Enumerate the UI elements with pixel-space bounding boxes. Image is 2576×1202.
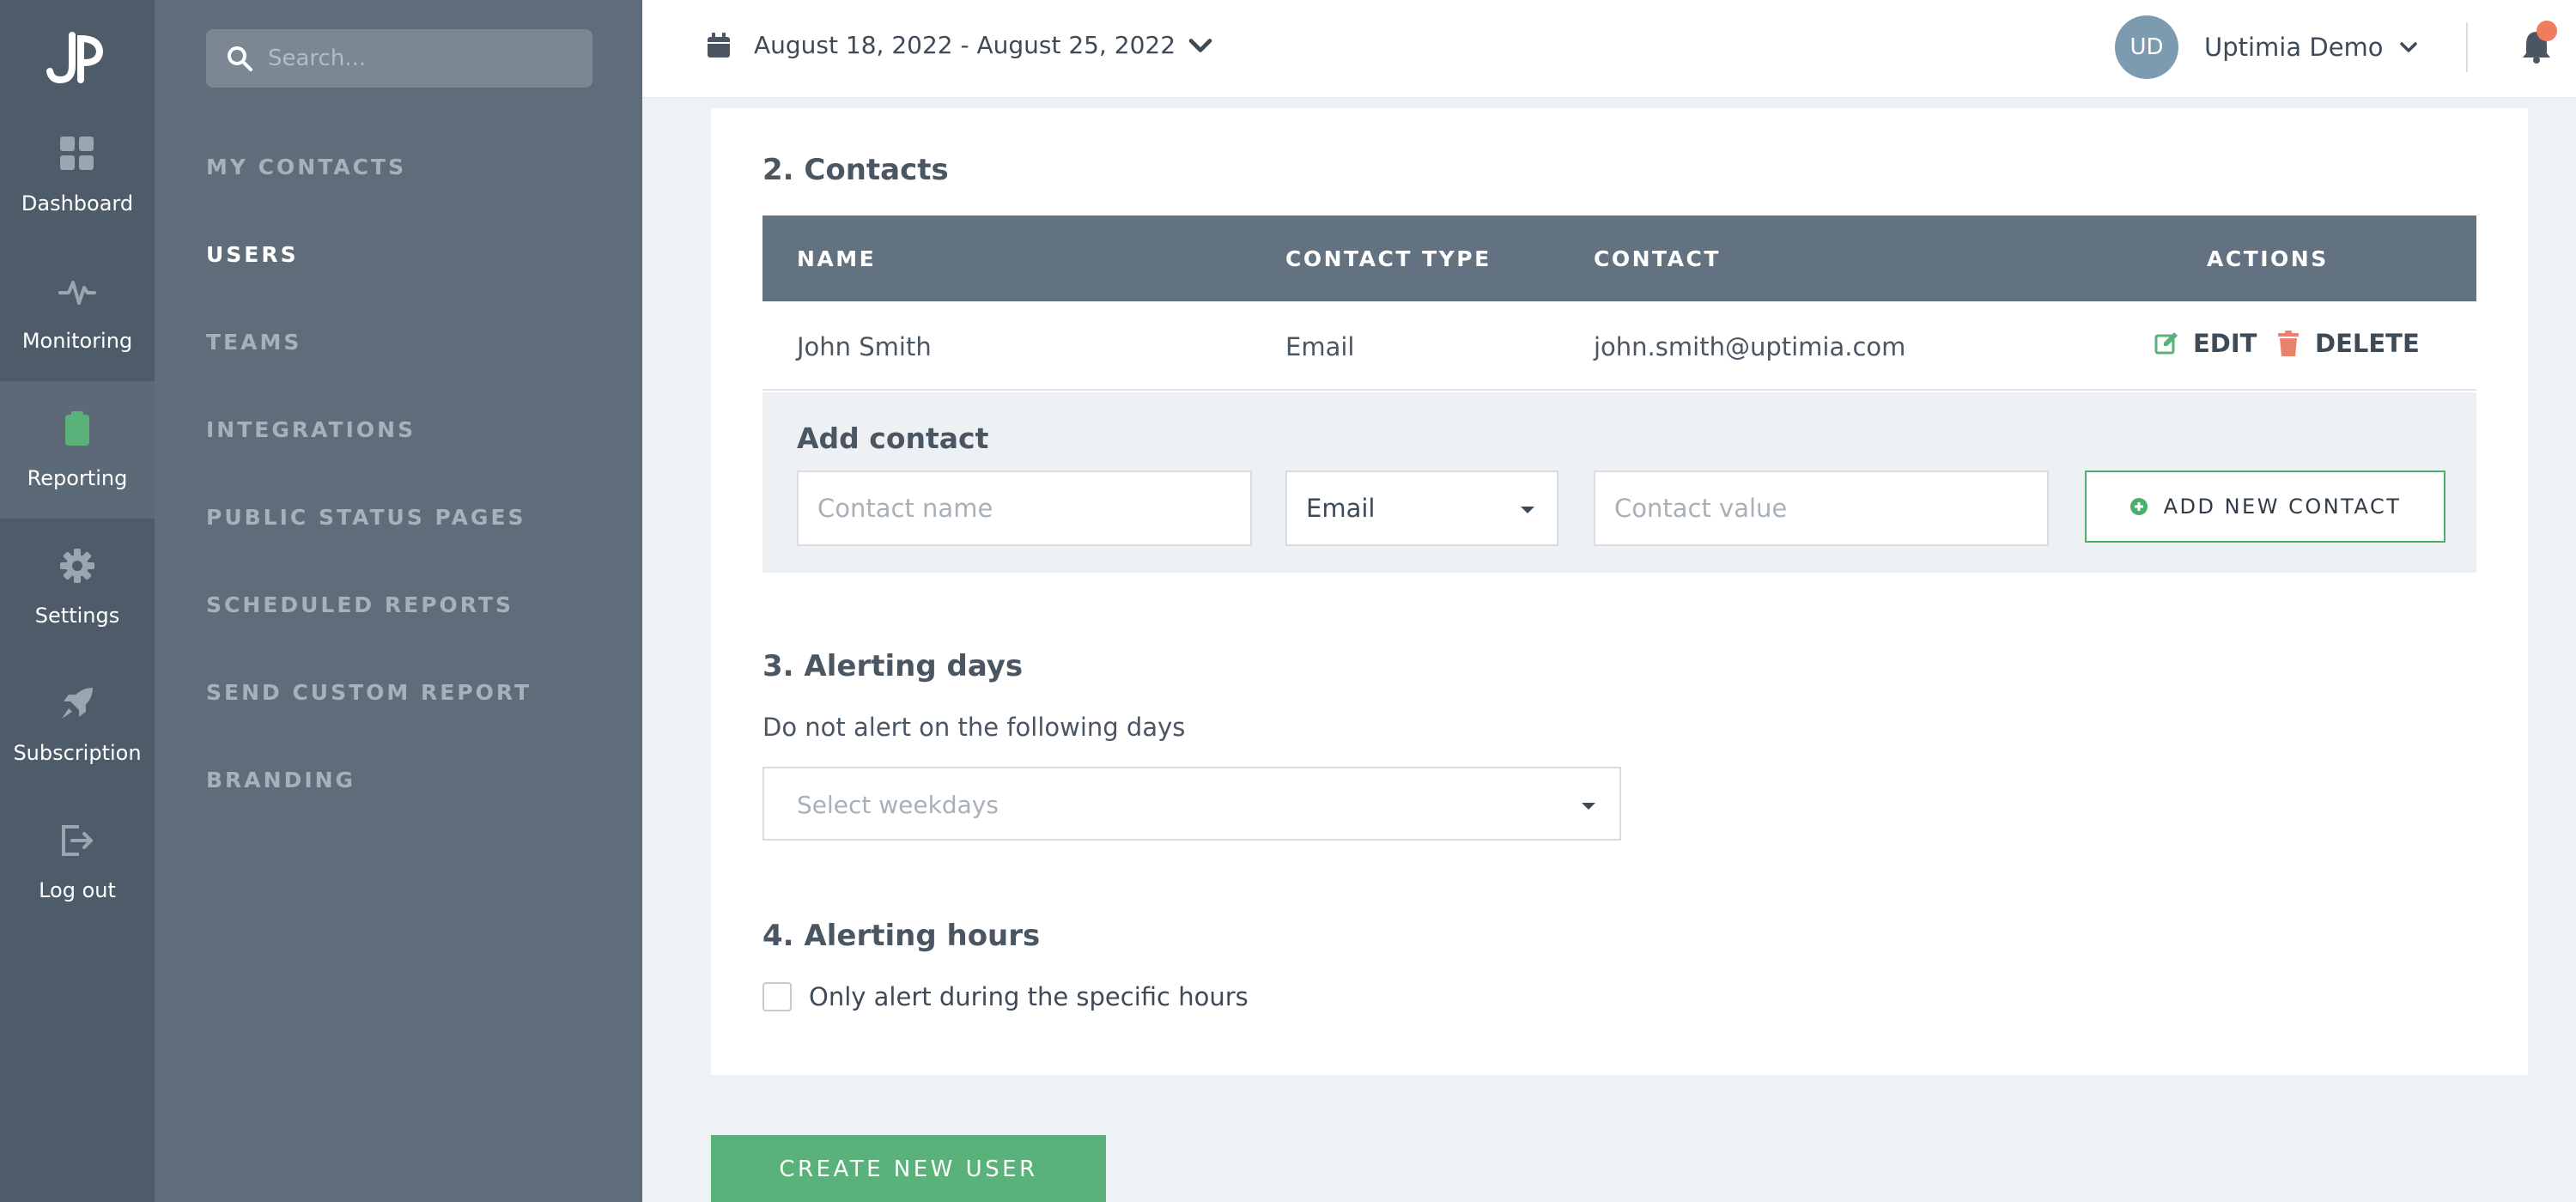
contacts-table-header: NAME CONTACT TYPE CONTACT ACTIONS bbox=[762, 216, 2476, 301]
contact-value-field[interactable] bbox=[1594, 470, 2049, 546]
logo-icon bbox=[46, 32, 104, 84]
calendar-icon bbox=[708, 32, 730, 58]
rail-label: Monitoring bbox=[21, 329, 133, 353]
search-box[interactable] bbox=[206, 29, 592, 88]
plus-circle-icon bbox=[2129, 498, 2148, 515]
subnav-item-teams[interactable]: TEAMS bbox=[206, 330, 301, 355]
weekdays-placeholder: Select weekdays bbox=[797, 791, 999, 819]
gear-icon bbox=[60, 549, 94, 583]
specific-hours-option[interactable]: Only alert during the specific hours bbox=[762, 982, 1249, 1011]
subnav-item-integrations[interactable]: INTEGRATIONS bbox=[206, 417, 416, 442]
section-title-contacts: 2. Contacts bbox=[762, 153, 949, 187]
rail-item-logout[interactable]: Log out bbox=[0, 793, 155, 931]
rail-item-settings[interactable]: Settings bbox=[0, 519, 155, 656]
specific-hours-label: Only alert during the specific hours bbox=[809, 982, 1249, 1011]
specific-hours-checkbox[interactable] bbox=[762, 982, 792, 1011]
table-row: John Smith Email john.smith@uptimia.com … bbox=[762, 301, 2476, 391]
rail-label: Log out bbox=[39, 878, 116, 902]
subnav-item-my-contacts[interactable]: MY CONTACTS bbox=[206, 155, 406, 179]
add-new-contact-label: ADD NEW CONTACT bbox=[2163, 495, 2402, 519]
rocket-icon bbox=[62, 688, 93, 719]
weekdays-select[interactable]: Select weekdays bbox=[762, 767, 1621, 841]
add-contact-title: Add contact bbox=[797, 422, 989, 455]
logo[interactable] bbox=[0, 24, 155, 93]
secondary-nav: MY CONTACTS USERS TEAMS INTEGRATIONS PUB… bbox=[155, 0, 642, 1202]
contact-type-cell: Email bbox=[1285, 332, 1355, 361]
divider bbox=[2466, 22, 2468, 72]
rail-item-monitoring[interactable]: Monitoring bbox=[0, 244, 155, 381]
contact-value-input[interactable] bbox=[1614, 494, 2047, 523]
search-input[interactable] bbox=[268, 46, 577, 71]
notification-badge bbox=[2537, 21, 2557, 41]
contact-name-field[interactable] bbox=[797, 470, 1252, 546]
contact-name-input[interactable] bbox=[817, 494, 1250, 523]
rail-label: Subscription bbox=[13, 741, 142, 765]
caret-down-icon bbox=[1582, 803, 1595, 810]
create-new-user-label: CREATE NEW USER bbox=[779, 1156, 1038, 1182]
pulse-icon bbox=[58, 281, 96, 305]
column-header-contact-type: CONTACT TYPE bbox=[1285, 246, 1492, 271]
trash-icon bbox=[2278, 331, 2299, 356]
edit-label: EDIT bbox=[2193, 329, 2257, 358]
chevron-down-icon bbox=[1188, 38, 1212, 52]
add-new-contact-button[interactable]: ADD NEW CONTACT bbox=[2085, 470, 2445, 543]
search-icon bbox=[228, 46, 252, 71]
delete-label: DELETE bbox=[2315, 329, 2420, 358]
column-header-actions: ACTIONS bbox=[2207, 246, 2329, 271]
subnav-item-public-status-pages[interactable]: PUBLIC STATUS PAGES bbox=[206, 505, 526, 530]
dashboard-icon bbox=[60, 137, 94, 170]
rail-item-reporting[interactable]: Reporting bbox=[0, 381, 155, 519]
date-range-text: August 18, 2022 - August 25, 2022 bbox=[754, 31, 1176, 59]
contact-type-select[interactable]: Email bbox=[1285, 470, 1558, 546]
logout-icon bbox=[62, 825, 93, 856]
notifications-button[interactable] bbox=[2512, 19, 2564, 70]
caret-down-icon bbox=[1521, 507, 1534, 513]
add-contact-panel: Add contact Email ADD NEW CONTACT bbox=[762, 392, 2476, 573]
top-bar: August 18, 2022 - August 25, 2022 UD Upt… bbox=[642, 0, 2576, 98]
alerting-days-description: Do not alert on the following days bbox=[762, 713, 1186, 742]
subnav-item-branding[interactable]: BRANDING bbox=[206, 768, 355, 792]
section-title-alerting-hours: 4. Alerting hours bbox=[762, 919, 1041, 953]
subnav-item-scheduled-reports[interactable]: SCHEDULED REPORTS bbox=[206, 592, 513, 617]
contact-name-cell: John Smith bbox=[797, 332, 932, 361]
edit-icon bbox=[2154, 332, 2178, 355]
column-header-contact: CONTACT bbox=[1594, 246, 1721, 271]
rail-item-dashboard[interactable]: Dashboard bbox=[0, 106, 155, 244]
create-new-user-button[interactable]: CREATE NEW USER bbox=[711, 1135, 1106, 1202]
avatar: UD bbox=[2115, 15, 2178, 79]
clipboard-icon bbox=[65, 411, 89, 446]
rail-label: Settings bbox=[34, 604, 120, 628]
contact-value-cell: john.smith@uptimia.com bbox=[1594, 332, 1906, 361]
user-menu[interactable]: UD Uptimia Demo bbox=[2115, 15, 2418, 79]
user-form-card: 2. Contacts NAME CONTACT TYPE CONTACT AC… bbox=[711, 108, 2528, 1075]
contact-type-value: Email bbox=[1306, 494, 1376, 523]
rail-label: Dashboard bbox=[21, 191, 134, 216]
edit-contact-button[interactable]: EDIT bbox=[2154, 329, 2257, 358]
icon-rail: Dashboard Monitoring Reporting Settings … bbox=[0, 0, 155, 1202]
rail-item-subscription[interactable]: Subscription bbox=[0, 656, 155, 793]
delete-contact-button[interactable]: DELETE bbox=[2275, 329, 2420, 358]
section-title-alerting-days: 3. Alerting days bbox=[762, 649, 1024, 683]
subnav-item-users[interactable]: USERS bbox=[206, 242, 299, 267]
column-header-name: NAME bbox=[797, 246, 877, 271]
date-range-picker[interactable]: August 18, 2022 - August 25, 2022 bbox=[706, 31, 1236, 59]
user-name: Uptimia Demo bbox=[2204, 33, 2384, 62]
subnav-item-send-custom-report[interactable]: SEND CUSTOM REPORT bbox=[206, 680, 532, 705]
chevron-down-icon bbox=[2399, 42, 2417, 52]
rail-label: Reporting bbox=[27, 466, 128, 490]
